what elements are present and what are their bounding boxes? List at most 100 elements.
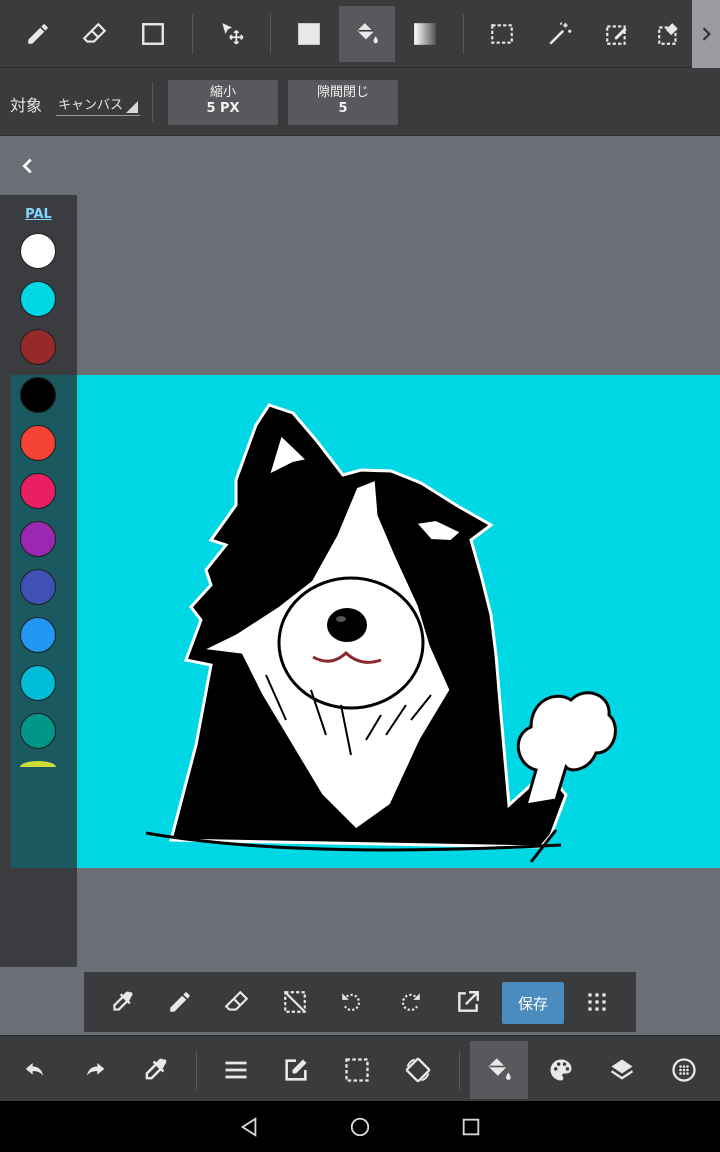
shape-tool-button[interactable] [125,6,181,62]
undo-icon [25,1063,44,1076]
filled-square-icon [298,23,320,45]
eyedropper-icon [145,1058,167,1080]
selection-eraser-icon [658,23,678,45]
palette-icon [550,1059,572,1081]
toolbar-divider [192,14,193,54]
select-eraser-tool-button[interactable] [647,6,691,62]
eraser-tool-button[interactable] [67,6,123,62]
shrink-value: 5 PX [206,101,240,116]
color-swatch[interactable] [20,713,56,749]
selection-pen-icon [606,25,627,45]
export-button[interactable] [450,984,486,1020]
color-swatch[interactable] [20,569,56,605]
move-arrow-icon [222,23,244,45]
hamburger-menu-icon [225,1061,247,1079]
paint-bucket-icon [357,23,378,44]
color-swatch[interactable] [20,377,56,413]
main-divider [196,1050,197,1090]
eraser-icon [224,990,249,1011]
menu-button[interactable] [207,1041,265,1099]
pencil-icon [28,24,48,44]
save-button[interactable]: 保存 [502,982,564,1024]
nav-home-button[interactable] [347,1114,373,1140]
eraser-quick-button[interactable] [219,984,255,1020]
square-recents-icon [462,1118,480,1136]
drawing-canvas[interactable] [11,375,720,868]
toolbar-divider [463,14,464,54]
color-swatch[interactable] [20,665,56,701]
pen-tool-button[interactable] [10,6,66,62]
target-label: 対象 [10,96,43,115]
deselect-icon [284,991,306,1013]
external-link-icon [458,991,479,1012]
paint-bucket-icon [488,1058,511,1080]
pen-quick-button[interactable] [162,984,198,1020]
redo-icon [86,1063,105,1076]
color-palette-panel: PAL [0,195,77,967]
toolbar-scroll-right-button[interactable] [692,0,720,68]
color-palette-button[interactable] [532,1041,590,1099]
eyedropper-button[interactable] [104,984,140,1020]
palette-title[interactable]: PAL [0,207,77,222]
edit-button[interactable] [267,1041,325,1099]
more-tools-button[interactable] [579,984,615,1020]
color-swatch[interactable] [20,281,56,317]
move-tool-button[interactable] [204,6,260,62]
collapse-panel-button[interactable] [14,152,42,180]
magic-wand-tool-button[interactable] [532,6,588,62]
magic-wand-icon [549,22,572,45]
eraser-icon [82,22,107,43]
screen-rotation-icon [405,1057,431,1083]
nav-back-button[interactable] [236,1114,262,1140]
fill-rect-tool-button[interactable] [281,6,337,62]
toolbar-divider [270,14,271,54]
shrink-label: 縮小 [209,85,236,100]
dropdown-triangle-icon [126,101,138,113]
select-pen-tool-button[interactable] [589,6,645,62]
select-tool-button[interactable] [474,6,530,62]
nav-recents-button[interactable] [458,1114,484,1140]
undo-quick-button[interactable] [334,984,370,1020]
selection-rect-icon [491,24,513,44]
quick-tools-bar: 保存 [84,972,636,1032]
system-navigation-bar [0,1101,720,1152]
shrink-button[interactable]: 縮小 5 PX [168,80,278,125]
grid-dots-icon [588,993,606,1011]
color-swatch[interactable] [20,617,56,653]
gradient-tool-button[interactable] [397,6,453,62]
rotate-right-icon [401,993,420,1012]
circle-home-icon [350,1117,370,1137]
eyedropper-icon [113,991,133,1011]
selection-button[interactable] [328,1041,386,1099]
close-gap-value: 5 [338,101,348,116]
settings-button[interactable] [655,1041,713,1099]
deselect-button[interactable] [277,984,313,1020]
pencil-icon [170,992,190,1012]
eyedropper-main-button[interactable] [126,1041,184,1099]
color-swatch[interactable] [20,425,56,461]
dots-circle-icon [672,1058,696,1082]
redo-button[interactable] [66,1041,124,1099]
chevron-right-icon [702,27,711,41]
square-outline-icon [142,23,164,45]
triangle-back-icon [240,1117,257,1137]
undo-button[interactable] [6,1041,64,1099]
chevron-left-icon [22,158,32,174]
target-select-value: キャンバス [58,98,124,113]
rotate-canvas-button[interactable] [389,1041,447,1099]
target-select[interactable]: キャンバス [56,92,140,116]
layers-button[interactable] [593,1041,651,1099]
bucket-tool-button[interactable] [339,6,395,62]
tool-options-bar: 対象 キャンバス 縮小 5 PX 隙間閉じ 5 [0,68,720,136]
gradient-icon [414,23,436,45]
bucket-main-button[interactable] [470,1041,528,1099]
main-divider [459,1050,460,1090]
top-toolbar [0,0,720,68]
color-swatch[interactable] [20,329,56,365]
color-swatch[interactable] [20,521,56,557]
color-swatch[interactable] [20,473,56,509]
redo-quick-button[interactable] [392,984,428,1020]
color-swatch[interactable] [20,233,56,269]
close-gap-button[interactable]: 隙間閉じ 5 [288,80,398,125]
options-divider [152,82,153,122]
